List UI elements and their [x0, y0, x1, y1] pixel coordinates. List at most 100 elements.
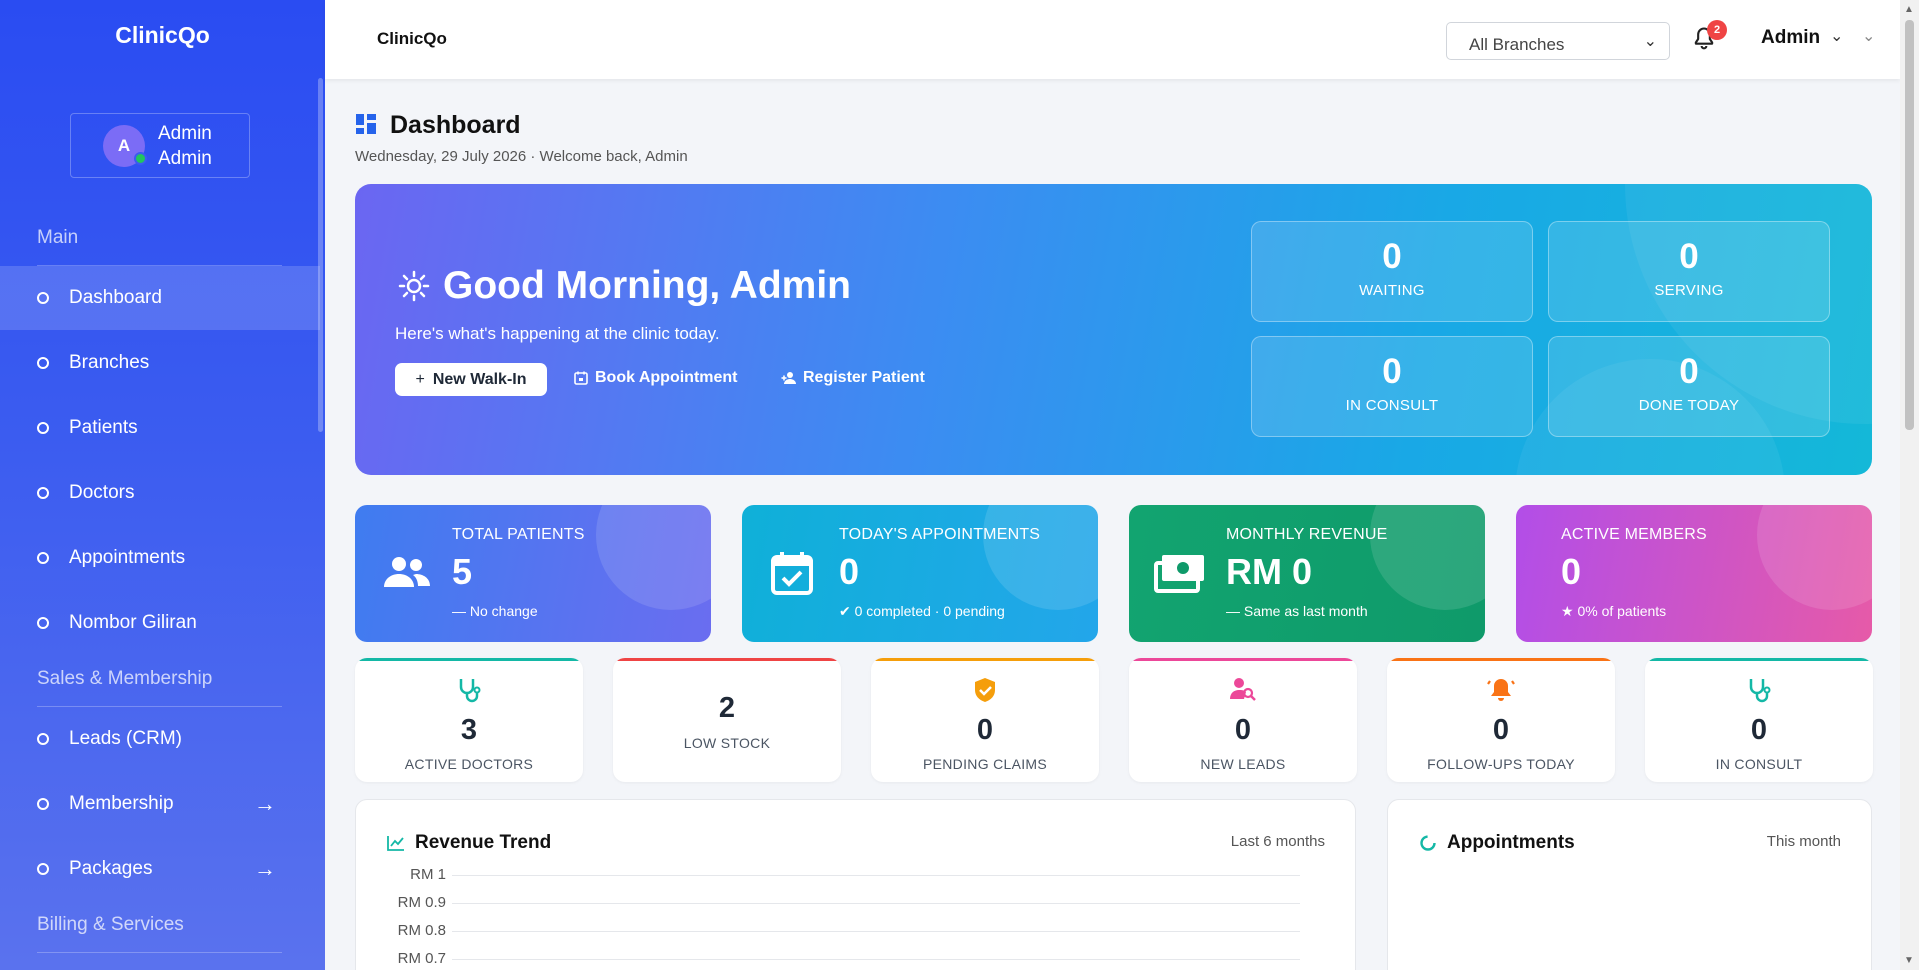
sidebar-item-packages[interactable]: Packages → [0, 837, 320, 901]
scroll-up-icon[interactable]: ▲ [1904, 4, 1914, 15]
kpi-monthly-revenue[interactable]: MONTHLY REVENUE RM 0 — Same as last mont… [1129, 505, 1485, 642]
kpi-title: TOTAL PATIENTS [452, 526, 585, 543]
mini-in-consult[interactable]: 0 IN CONSULT [1645, 658, 1873, 782]
sidebar-item-label: Doctors [69, 482, 135, 503]
book-appointment-button[interactable]: Book Appointment [574, 369, 738, 387]
section-label-billing: Billing & Services [37, 914, 184, 935]
circle-icon [37, 552, 49, 564]
sidebar-item-membership[interactable]: Membership → [0, 772, 320, 836]
user-name: Admin [158, 122, 212, 144]
greeting: Good Morning, Admin [398, 264, 851, 308]
sidebar-item-label: Leads (CRM) [69, 728, 182, 749]
app-title: ClinicQo [377, 29, 447, 48]
accent-bar [1129, 658, 1357, 661]
sidebar-item-label: Branches [69, 352, 150, 373]
sidebar-item-dashboard[interactable]: Dashboard [0, 266, 320, 330]
section-label-main: Main [37, 227, 79, 248]
stat-label: IN CONSULT [1345, 397, 1439, 414]
user-card[interactable]: A Admin Admin [70, 113, 250, 178]
kpi-todays-appointments[interactable]: TODAY'S APPOINTMENTS 0 ✔ 0 completed · 0… [742, 505, 1098, 642]
mini-low-stock[interactable]: 2 LOW STOCK [613, 658, 841, 782]
star-icon: ★ [1561, 603, 1578, 619]
donut-chart-icon [1420, 835, 1436, 851]
stethoscope-icon [1645, 677, 1873, 703]
chart-line-icon [387, 836, 404, 851]
user-role: Admin [158, 147, 212, 169]
chevron-down-icon: ⌄ [1643, 33, 1657, 50]
kpi-note-text: 0 completed · 0 pending [854, 603, 1005, 619]
mini-label: PENDING CLAIMS [923, 756, 1047, 772]
gridline [452, 903, 1300, 904]
mini-value: 0 [1492, 714, 1510, 746]
online-status-dot [134, 151, 147, 165]
hero-banner: Good Morning, Admin Here's what's happen… [355, 184, 1872, 475]
money-icon [1154, 555, 1204, 593]
branch-select[interactable]: All Branches ⌄ [1446, 22, 1670, 60]
kpi-active-members[interactable]: ACTIVE MEMBERS 0 ★ 0% of patients [1516, 505, 1872, 642]
mini-value: 3 [460, 714, 478, 746]
sidebar-item-branches[interactable]: Branches [0, 331, 320, 395]
dashboard-icon [356, 114, 376, 134]
y-tick-label: RM 0.9 [397, 894, 446, 911]
y-tick-label: RM 0.7 [397, 950, 446, 967]
stat-value: 0 [1679, 352, 1699, 391]
kpi-title: MONTHLY REVENUE [1226, 526, 1388, 543]
kpi-note-text: 0% of patients [1577, 603, 1667, 619]
circle-icon [37, 617, 49, 629]
stat-label: SERVING [1654, 282, 1724, 299]
chevron-down-icon[interactable]: ⌄ [1862, 26, 1875, 46]
circle-icon [37, 292, 49, 304]
user-plus-icon [781, 372, 796, 384]
register-patient-button[interactable]: Register Patient [781, 369, 925, 387]
brand-logo[interactable]: ClinicQo [0, 22, 325, 49]
sidebar-item-leads[interactable]: Leads (CRM) [0, 707, 320, 771]
mini-value: 0 [1750, 714, 1768, 746]
circle-icon [37, 487, 49, 499]
admin-menu[interactable]: Admin [1761, 27, 1820, 49]
minus-icon: — [452, 603, 470, 619]
section-label-sales: Sales & Membership [37, 668, 213, 689]
sidebar-item-patients[interactable]: Patients [0, 396, 320, 460]
panel-title: Revenue Trend [387, 832, 551, 854]
arrow-right-icon: → [254, 856, 276, 881]
sidebar-item-nombor-giliran[interactable]: Nombor Giliran [0, 591, 320, 655]
circle-icon [37, 798, 49, 810]
sidebar-item-label: Packages [69, 858, 153, 879]
sidebar-item-appointments[interactable]: Appointments [0, 526, 320, 590]
shield-check-icon [871, 677, 1099, 703]
stat-value: 0 [1382, 237, 1402, 276]
sidebar-scrollbar[interactable] [318, 78, 323, 432]
accent-bar [871, 658, 1099, 661]
circle-icon [37, 863, 49, 875]
mini-label: IN CONSULT [1715, 756, 1803, 772]
button-label: Book Appointment [595, 369, 738, 386]
mini-follow-ups-today[interactable]: 0 FOLLOW-UPS TODAY [1387, 658, 1615, 782]
page-title: Dashboard [390, 111, 521, 139]
button-label: New Walk-In [432, 370, 527, 388]
stat-value: 0 [1382, 352, 1402, 391]
decor-circle [1370, 505, 1485, 610]
mini-active-doctors[interactable]: 3 ACTIVE DOCTORS [355, 658, 583, 782]
mini-label: ACTIVE DOCTORS [404, 756, 534, 772]
stat-label: WAITING [1359, 282, 1425, 299]
button-label: Register Patient [803, 369, 925, 386]
chevron-down-icon[interactable]: ⌄ [1830, 26, 1843, 46]
notification-badge: 2 [1707, 20, 1727, 40]
mini-new-leads[interactable]: 0 NEW LEADS [1129, 658, 1357, 782]
kpi-total-patients[interactable]: TOTAL PATIENTS 5 — No change [355, 505, 711, 642]
mini-label: FOLLOW-UPS TODAY [1427, 756, 1575, 772]
kpi-value: 5 [452, 551, 473, 592]
new-walk-in-button[interactable]: + New Walk-In [395, 363, 547, 396]
mini-label: LOW STOCK [683, 735, 771, 751]
stat-waiting: 0 WAITING [1251, 221, 1533, 322]
scroll-down-icon[interactable]: ▼ [1904, 955, 1914, 966]
calendar-icon [574, 371, 588, 385]
panel-meta: Last 6 months [1230, 833, 1325, 850]
appointments-panel: Appointments This month [1387, 799, 1872, 970]
gridline [452, 931, 1300, 932]
arrow-right-icon: → [254, 791, 276, 816]
kpi-note: ✔ 0 completed · 0 pending [839, 603, 1005, 620]
mini-pending-claims[interactable]: 0 PENDING CLAIMS [871, 658, 1099, 782]
page-scrollbar-thumb[interactable] [1905, 20, 1914, 430]
sidebar-item-doctors[interactable]: Doctors [0, 461, 320, 525]
